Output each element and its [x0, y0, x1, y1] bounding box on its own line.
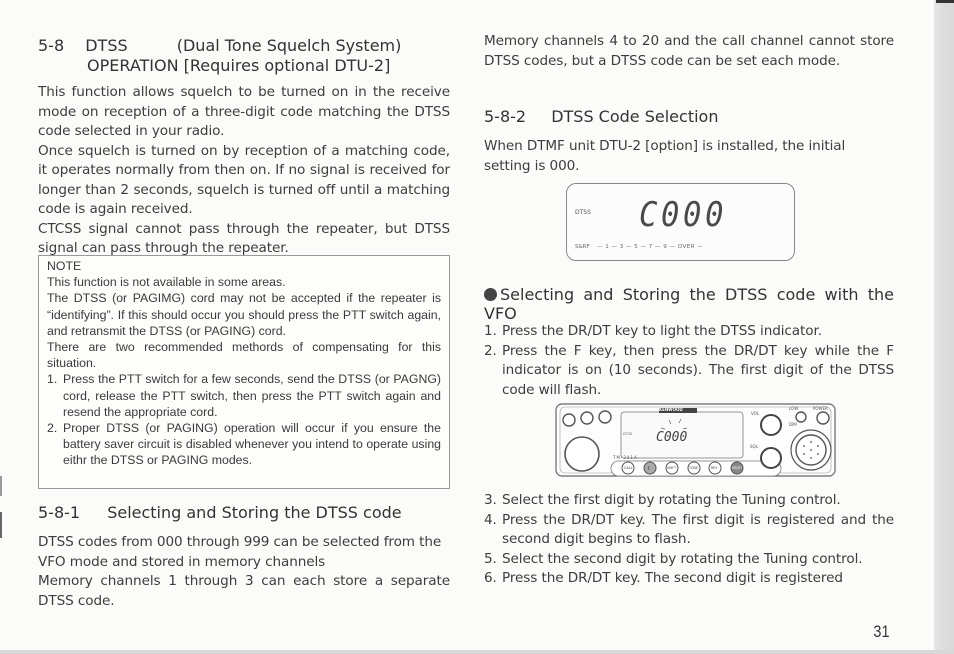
paragraph: Memory channels 4 to 20 and the call cha… [484, 33, 894, 69]
step-item: 4. Press the DR/DT key. The first digit i… [484, 511, 894, 550]
shift-button: SHIFT [667, 466, 677, 470]
mhz-knob [562, 413, 576, 427]
steps-3-6: 3. Select the first digit by rotating the… [484, 491, 894, 589]
subsection-title: Selecting and Storing the DTSS code with… [484, 285, 894, 323]
note-list: 1. Press the PTT switch for a few seconds… [47, 371, 441, 468]
step-item: 1. Press the DR/DT key to light the DTSS … [484, 322, 894, 342]
low-label: LOW [789, 406, 799, 411]
radio-display-readout: C000 [656, 430, 688, 445]
step-text: Select the first digit by rotating the T… [502, 492, 841, 508]
step-number: 5. [484, 550, 497, 567]
step-number: 2. [484, 342, 497, 359]
power-label: POWER [813, 406, 828, 411]
step-item: 5. Select the second digit by rotating th… [484, 550, 894, 570]
item-number: 1. [47, 372, 58, 387]
heading-subtitle: (Dual Tone Squelch System) [176, 36, 402, 55]
brand-label: KENWOOD [659, 407, 683, 412]
steps-list: 3. Select the first digit by rotating the… [484, 491, 894, 589]
step-item: 3. Select the first digit by rotating the… [484, 491, 894, 511]
bullet-icon [484, 288, 497, 301]
step-item: 2. Press the F key, then press the DR/DT … [484, 342, 894, 401]
lcd-code-readout: C000 [639, 195, 728, 235]
steps-1-2: 1. Press the DR/DT key to light the DTSS … [484, 322, 894, 400]
note-title: NOTE [47, 259, 82, 273]
meter-scale: — 1 — 3 — 5 — 7 — 9 — OVER — [597, 244, 704, 250]
note-paragraph: This function is not available in some a… [47, 275, 286, 290]
heading-title: Selecting and Storing the DTSS code [107, 503, 402, 522]
section-heading-5-8-1: 5-8-1 Selecting and Storing the DTSS cod… [38, 503, 402, 523]
step-text: Press the F key, then press the DR/DT ke… [502, 342, 894, 398]
intro-paragraph: This function allows squelch to be turne… [38, 84, 450, 139]
page-edge-shadow [936, 0, 954, 3]
heading-number: 5-8 [38, 36, 65, 55]
sql-label: SQL [750, 444, 758, 449]
radio-front-panel-figure: C000 KENWOOD DTSS TM-241A VOL SQL LOW DI… [555, 398, 837, 480]
step-text: Select the second digit by rotating the … [502, 550, 863, 567]
item-text: Proper DTSS (or PAGING) operation will o… [63, 421, 441, 468]
step-text: Press the DR/DT key. The first digit is … [502, 511, 894, 548]
tone-button: TONE [689, 466, 698, 470]
page-edge-bottom [0, 650, 954, 654]
mr-knob [580, 411, 594, 425]
drdt-button: DR/DT [732, 466, 743, 470]
paragraph: When DTMF unit DTU-2 [option] is install… [484, 138, 846, 174]
page-edge-right [934, 0, 954, 654]
page-edge-mark [0, 512, 2, 538]
meter-label: S&RF [575, 244, 590, 250]
intro-paragraph: CTCSS signal cannot pass through the rep… [38, 220, 450, 257]
heading-title: DTSS Code Selection [551, 107, 719, 126]
radio-dtss-indicator: DTSS [623, 432, 633, 436]
model-label: TM-241A [613, 455, 638, 460]
dtss-indicator: DTSS [575, 209, 591, 216]
paragraph: Memory channels 1 through 3 can each sto… [38, 573, 450, 609]
lock-knob [598, 410, 612, 424]
vol-label: VOL [751, 411, 760, 416]
item-text: Press the PTT switch for a few seconds, … [63, 372, 441, 419]
step-item: 6. Press the DR/DT key. The second digit … [484, 569, 894, 589]
intro-text: This function allows squelch to be turne… [38, 83, 450, 259]
section-heading-5-8: 5-8 DTSS (Dual Tone Squelch System) OPER… [38, 36, 458, 76]
f-button: F [648, 466, 651, 471]
rev-button: REV [711, 466, 718, 470]
step-number: 3. [484, 492, 497, 508]
step-number: 4. [484, 511, 497, 528]
note-paragraph: There are two recommended methords of co… [47, 340, 441, 371]
subsection-heading: Selecting and Storing the DTSS code with… [484, 285, 894, 323]
step-text: Press the DR/DT key. The second digit is… [502, 570, 843, 586]
dim-label: DIM [789, 422, 797, 427]
note-item: 1. Press the PTT switch for a few seconds… [47, 371, 441, 420]
step-number: 6. [484, 570, 497, 586]
call-button: CALL [624, 466, 633, 470]
page-number: 31 [873, 622, 890, 641]
tuning-knob [564, 436, 600, 472]
step-number: 1. [484, 323, 497, 339]
heading-number: 5-8-1 [38, 503, 81, 522]
heading-line2: OPERATION [Requires optional DTU-2] [87, 56, 391, 75]
steps-list: 1. Press the DR/DT key to light the DTSS … [484, 322, 894, 400]
paragraph: DTSS codes from 000 through 999 can be s… [38, 534, 442, 570]
item-number: 2. [47, 421, 58, 436]
page-edge-mark [0, 476, 2, 496]
section-581-text: DTSS codes from 000 through 999 can be s… [38, 533, 450, 611]
lcd-display-figure: DTSS C000 S&RF — 1 — 3 — 5 — 7 — 9 — OVE… [566, 183, 795, 261]
intro-paragraph: Once squelch is turned on by reception o… [38, 142, 450, 218]
section-heading-5-8-2: 5-8-2 DTSS Code Selection [484, 107, 718, 127]
step-text: Press the DR/DT key to light the DTSS in… [502, 323, 822, 339]
note-box: NOTE This function is not available in s… [38, 255, 450, 489]
manual-page: 5-8 DTSS (Dual Tone Squelch System) OPER… [0, 0, 954, 654]
note-paragraph: The DTSS (or PAGIMG) cord may not be acc… [47, 291, 441, 338]
heading-number: 5-8-2 [484, 107, 527, 126]
heading-dtss: DTSS [85, 36, 128, 55]
note-item: 2. Proper DTSS (or PAGING) operation will… [47, 420, 441, 469]
